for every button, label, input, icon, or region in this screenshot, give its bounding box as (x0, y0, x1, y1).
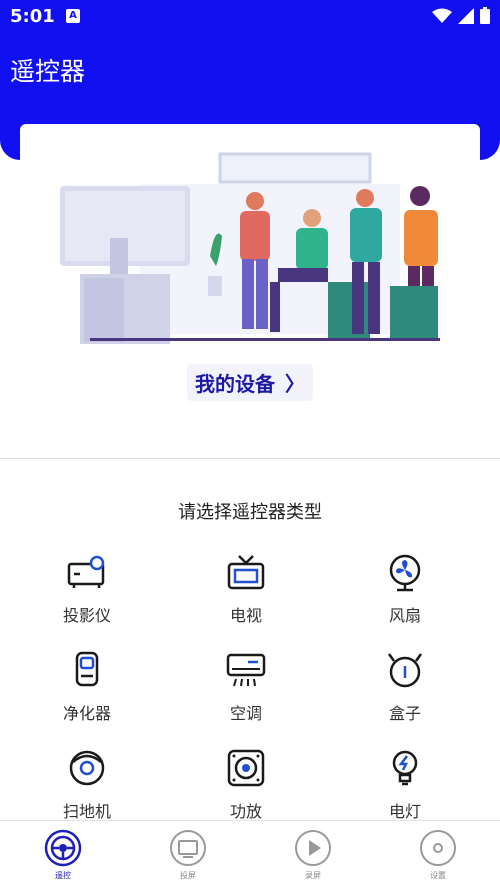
remote-type-label: 功放 (229, 802, 262, 821)
remote-type-label: 电视 (229, 606, 262, 625)
remote-type-box[interactable]: 盒子 (345, 650, 465, 724)
tab-label: 遥控 (55, 871, 71, 880)
section-divider (0, 458, 500, 459)
status-bar: 5:01 A (0, 0, 500, 34)
robot-vacuum-icon (69, 750, 105, 786)
section-title: 请选择遥控器类型 (178, 502, 322, 523)
tab-remote[interactable]: 遥控 (23, 829, 103, 881)
remote-type-tv[interactable]: 电视 (186, 552, 306, 626)
amplifier-icon (227, 749, 265, 787)
light-bulb-icon (392, 750, 418, 786)
remote-type-fan[interactable]: 风扇 (345, 552, 465, 626)
remote-type-label: 风扇 (388, 606, 421, 625)
tab-screen-cast[interactable]: 投屏 (148, 829, 228, 881)
remote-type-amplifier[interactable]: 功放 (186, 748, 306, 822)
screen-cast-icon (170, 830, 206, 866)
status-time: 5:01 (10, 6, 55, 27)
settings-disc-icon (420, 830, 456, 866)
fan-icon (389, 554, 421, 592)
remote-type-label: 扫地机 (62, 802, 111, 821)
tab-screen-record[interactable]: 录屏 (273, 829, 353, 881)
my-devices-link[interactable]: 我的设备〉 (20, 364, 480, 401)
tab-label: 设置 (430, 871, 446, 880)
tv-icon (227, 555, 265, 590)
my-devices-card[interactable]: 我的设备〉 (20, 124, 480, 434)
remote-type-label: 投影仪 (62, 606, 111, 625)
page-title: 遥控器 (10, 57, 86, 86)
chevron-right-icon: 〉 (285, 372, 305, 396)
remote-type-projector[interactable]: 投影仪 (27, 552, 147, 626)
projector-icon (67, 555, 105, 588)
steering-remote-icon (44, 829, 82, 867)
purifier-icon (75, 651, 99, 687)
remote-type-label: 电灯 (388, 802, 421, 821)
air-conditioner-icon (226, 653, 266, 687)
remote-type-purifier[interactable]: 净化器 (27, 650, 147, 724)
bottom-tab-bar: 遥控 投屏 录屏 设置 (0, 820, 500, 888)
remote-type-light[interactable]: 电灯 (345, 748, 465, 822)
wifi-icon (432, 8, 452, 23)
family-illustration (60, 152, 440, 344)
tab-label: 录屏 (305, 871, 321, 880)
battery-icon (480, 7, 490, 24)
tab-label: 投屏 (180, 871, 196, 880)
screen-record-icon (295, 830, 331, 866)
notification-app-icon: A (66, 9, 80, 23)
remote-type-label: 盒子 (388, 704, 421, 723)
my-devices-label: 我的设备 (195, 372, 275, 396)
cellular-signal-icon (458, 7, 474, 24)
notification-app-letter: A (69, 10, 77, 21)
tab-settings[interactable]: 设置 (398, 829, 478, 881)
remote-type-label: 空调 (229, 704, 262, 723)
remote-type-label: 净化器 (62, 704, 111, 723)
remote-type-robot-vacuum[interactable]: 扫地机 (27, 748, 147, 822)
set-top-box-icon (387, 653, 423, 688)
remote-type-air-conditioner[interactable]: 空调 (186, 650, 306, 724)
